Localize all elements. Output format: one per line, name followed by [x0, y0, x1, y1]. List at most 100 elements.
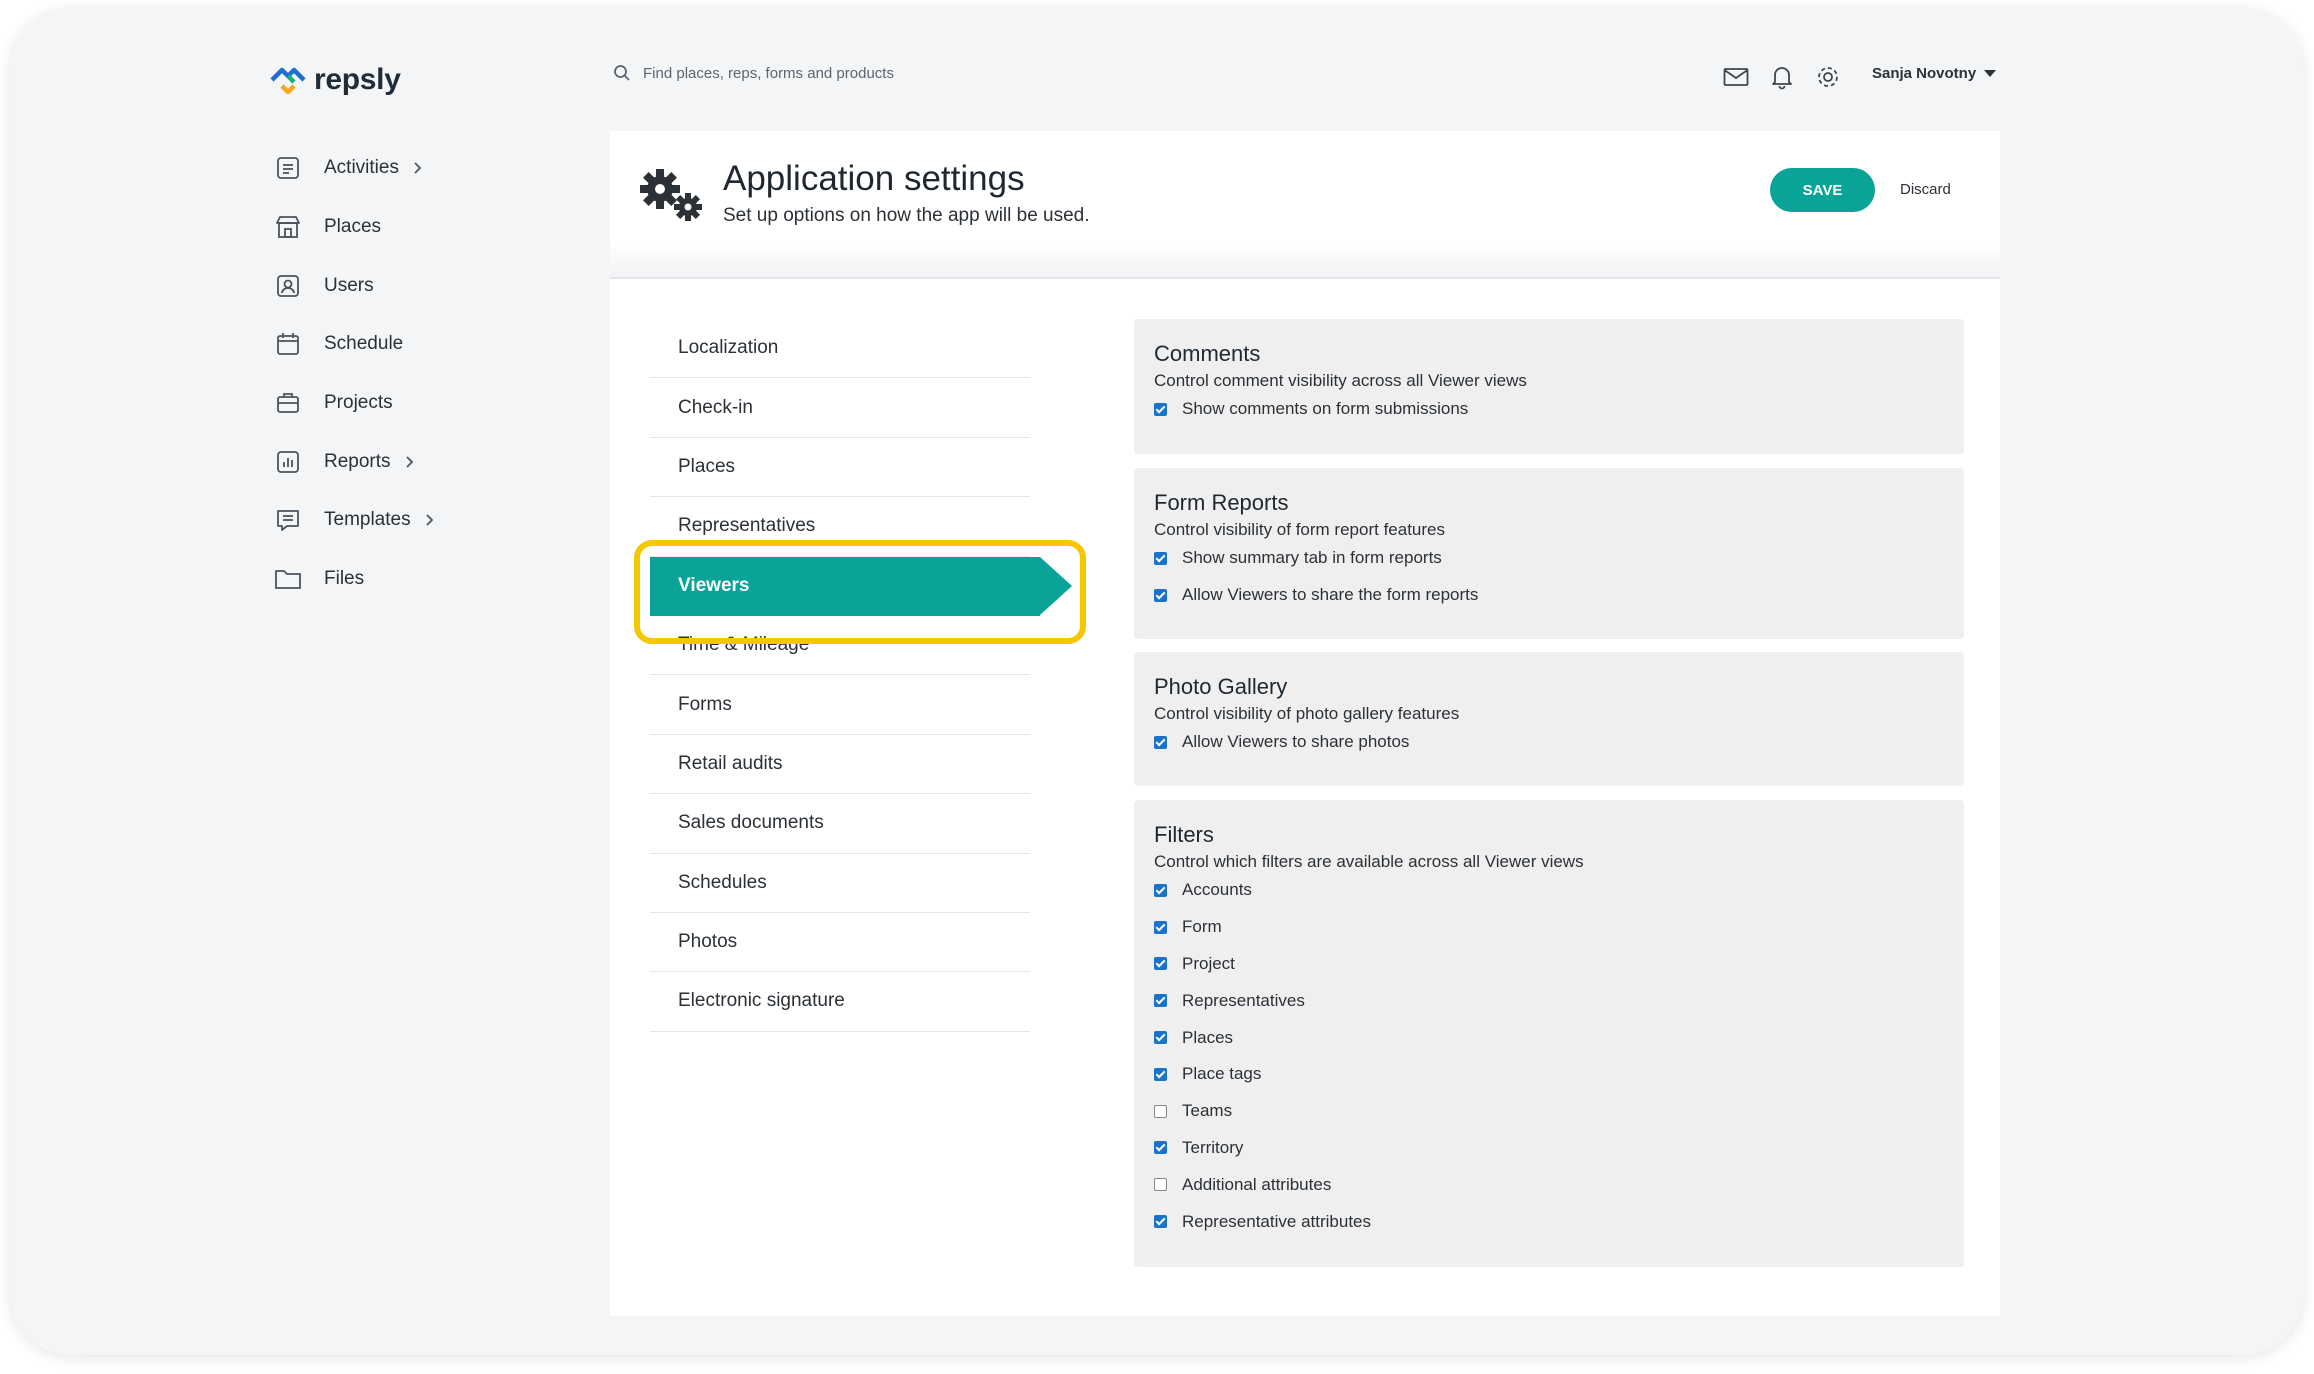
option-label: Accounts	[1182, 880, 1252, 900]
checkbox[interactable]	[1154, 957, 1167, 971]
checkbox[interactable]	[1154, 1067, 1167, 1081]
sidebar-item-users[interactable]: Users	[272, 256, 435, 315]
menu-item-sales-documents[interactable]: Sales documents	[650, 794, 1030, 854]
panel-description: Control comment visibility across all Vi…	[1154, 371, 1527, 390]
filters-panel: Filters Control which filters are availa…	[1134, 800, 1964, 1267]
filter-accounts[interactable]: Accounts	[1154, 872, 1944, 909]
option-share-photos[interactable]: Allow Viewers to share photos	[1154, 724, 1944, 761]
gears-icon	[640, 169, 702, 221]
sidebar-item-schedule[interactable]: Schedule	[272, 315, 435, 374]
chevron-right-icon[interactable]	[425, 513, 435, 527]
folder-icon	[272, 563, 304, 595]
menu-item-schedules[interactable]: Schedules	[650, 854, 1030, 913]
chevron-right-icon[interactable]	[413, 161, 423, 175]
checkbox[interactable]	[1154, 1141, 1167, 1155]
option-summary-tab[interactable]: Show summary tab in form reports	[1154, 540, 1944, 577]
filter-representatives[interactable]: Representatives	[1154, 982, 1944, 1019]
menu-item-electronic-signature[interactable]: Electronic signature	[650, 972, 1030, 1032]
menu-item-localization[interactable]: Localization	[650, 319, 1030, 379]
menu-item-forms[interactable]: Forms	[650, 675, 1030, 735]
user-name[interactable]: Sanja Novotny	[1872, 65, 1976, 82]
checkbox[interactable]	[1154, 883, 1167, 897]
gear-icon[interactable]	[1810, 59, 1846, 95]
form-reports-panel: Form Reports Control visibility of form …	[1134, 468, 1964, 639]
photo-gallery-panel: Photo Gallery Control visibility of phot…	[1134, 652, 1964, 786]
form-icon	[272, 504, 304, 536]
panel-description: Control which filters are available acro…	[1154, 852, 1584, 871]
sidebar-item-files[interactable]: Files	[272, 550, 435, 609]
checkbox[interactable]	[1154, 1178, 1167, 1192]
sidebar-item-label: Places	[324, 216, 382, 238]
option-label: Representatives	[1182, 990, 1305, 1010]
sidebar-item-label: Reports	[324, 450, 391, 472]
settings-header: Application settings Set up options on h…	[610, 131, 2000, 279]
sidebar-item-label: Schedule	[324, 333, 404, 355]
store-icon	[272, 211, 304, 243]
search-placeholder[interactable]: Find places, reps, forms and products	[643, 65, 894, 82]
chevron-down-icon[interactable]	[1984, 70, 1997, 77]
menu-item-viewers[interactable]: Viewers	[650, 556, 1072, 616]
checkbox[interactable]	[1154, 994, 1167, 1008]
filter-form[interactable]: Form	[1154, 909, 1944, 946]
sidebar-item-activities[interactable]: Activities	[272, 139, 435, 198]
user-badge-icon	[272, 270, 304, 302]
panel-title: Photo Gallery	[1154, 674, 1288, 699]
bell-icon[interactable]	[1764, 59, 1800, 95]
menu-item-representatives[interactable]: Representatives	[650, 497, 1030, 557]
checkbox[interactable]	[1154, 1031, 1167, 1045]
settings-menu: Localization Check-in Places Representat…	[650, 319, 1072, 1032]
checkbox[interactable]	[1154, 735, 1167, 749]
menu-item-retail-audits[interactable]: Retail audits	[650, 735, 1030, 795]
sidebar-item-reports[interactable]: Reports	[272, 432, 435, 491]
checkbox[interactable]	[1154, 551, 1167, 565]
menu-item-time-mileage[interactable]: Time & Mileage	[650, 616, 1030, 676]
mail-icon[interactable]	[1718, 59, 1754, 95]
filter-additional-attributes[interactable]: Additional attributes	[1154, 1166, 1944, 1203]
filter-place-tags[interactable]: Place tags	[1154, 1056, 1944, 1093]
filter-teams[interactable]: Teams	[1154, 1093, 1944, 1130]
sidebar-item-templates[interactable]: Templates	[272, 491, 435, 550]
comments-panel: Comments Control comment visibility acro…	[1134, 319, 1964, 454]
option-share-form-reports[interactable]: Allow Viewers to share the form reports	[1154, 577, 1944, 614]
menu-item-photos[interactable]: Photos	[650, 913, 1030, 973]
checkbox[interactable]	[1154, 402, 1167, 416]
filter-territory[interactable]: Territory	[1154, 1130, 1944, 1167]
option-label: Show comments on form submissions	[1182, 399, 1469, 419]
checkbox[interactable]	[1154, 1215, 1167, 1229]
sidebar-item-places[interactable]: Places	[272, 198, 435, 257]
option-label: Additional attributes	[1182, 1174, 1332, 1194]
option-show-comments[interactable]: Show comments on form submissions	[1154, 391, 1944, 428]
app-window: repsly Find places, reps, forms and prod…	[10, 7, 2304, 1355]
calendar-icon	[272, 328, 304, 360]
chevron-right-icon[interactable]	[405, 455, 415, 469]
panel-title: Filters	[1154, 822, 1214, 847]
checkbox[interactable]	[1154, 588, 1167, 602]
checkbox[interactable]	[1154, 920, 1167, 934]
filter-project[interactable]: Project	[1154, 946, 1944, 983]
brand-name: repsly	[314, 63, 401, 96]
user-menu[interactable]: Sanja Novotny	[1872, 65, 1997, 82]
option-label: Allow Viewers to share photos	[1182, 732, 1410, 752]
filter-representative-attributes[interactable]: Representative attributes	[1154, 1203, 1944, 1240]
option-label: Show summary tab in form reports	[1182, 548, 1442, 568]
panel-description: Control visibility of form report featur…	[1154, 520, 1445, 539]
checkbox[interactable]	[1154, 1104, 1167, 1118]
briefcase-icon	[272, 387, 304, 419]
sidebar-item-label: Files	[324, 568, 365, 590]
page-title: Application settings	[723, 159, 1025, 198]
option-label: Representative attributes	[1182, 1211, 1371, 1231]
save-button[interactable]: SAVE	[1770, 168, 1875, 212]
sidebar-item-projects[interactable]: Projects	[272, 374, 435, 433]
discard-link[interactable]: Discard	[1900, 181, 1951, 198]
sidebar-item-label: Templates	[324, 509, 411, 531]
repsly-logo[interactable]: repsly	[268, 57, 401, 103]
menu-item-places[interactable]: Places	[650, 438, 1030, 498]
page-subtitle: Set up options on how the app will be us…	[723, 205, 1090, 226]
filter-places[interactable]: Places	[1154, 1019, 1944, 1056]
global-search[interactable]: Find places, reps, forms and products	[613, 64, 894, 82]
option-label: Place tags	[1182, 1064, 1262, 1084]
sidebar-item-label: Projects	[324, 392, 393, 414]
activities-icon	[272, 152, 304, 184]
panel-title: Form Reports	[1154, 490, 1289, 515]
menu-item-check-in[interactable]: Check-in	[650, 378, 1030, 438]
